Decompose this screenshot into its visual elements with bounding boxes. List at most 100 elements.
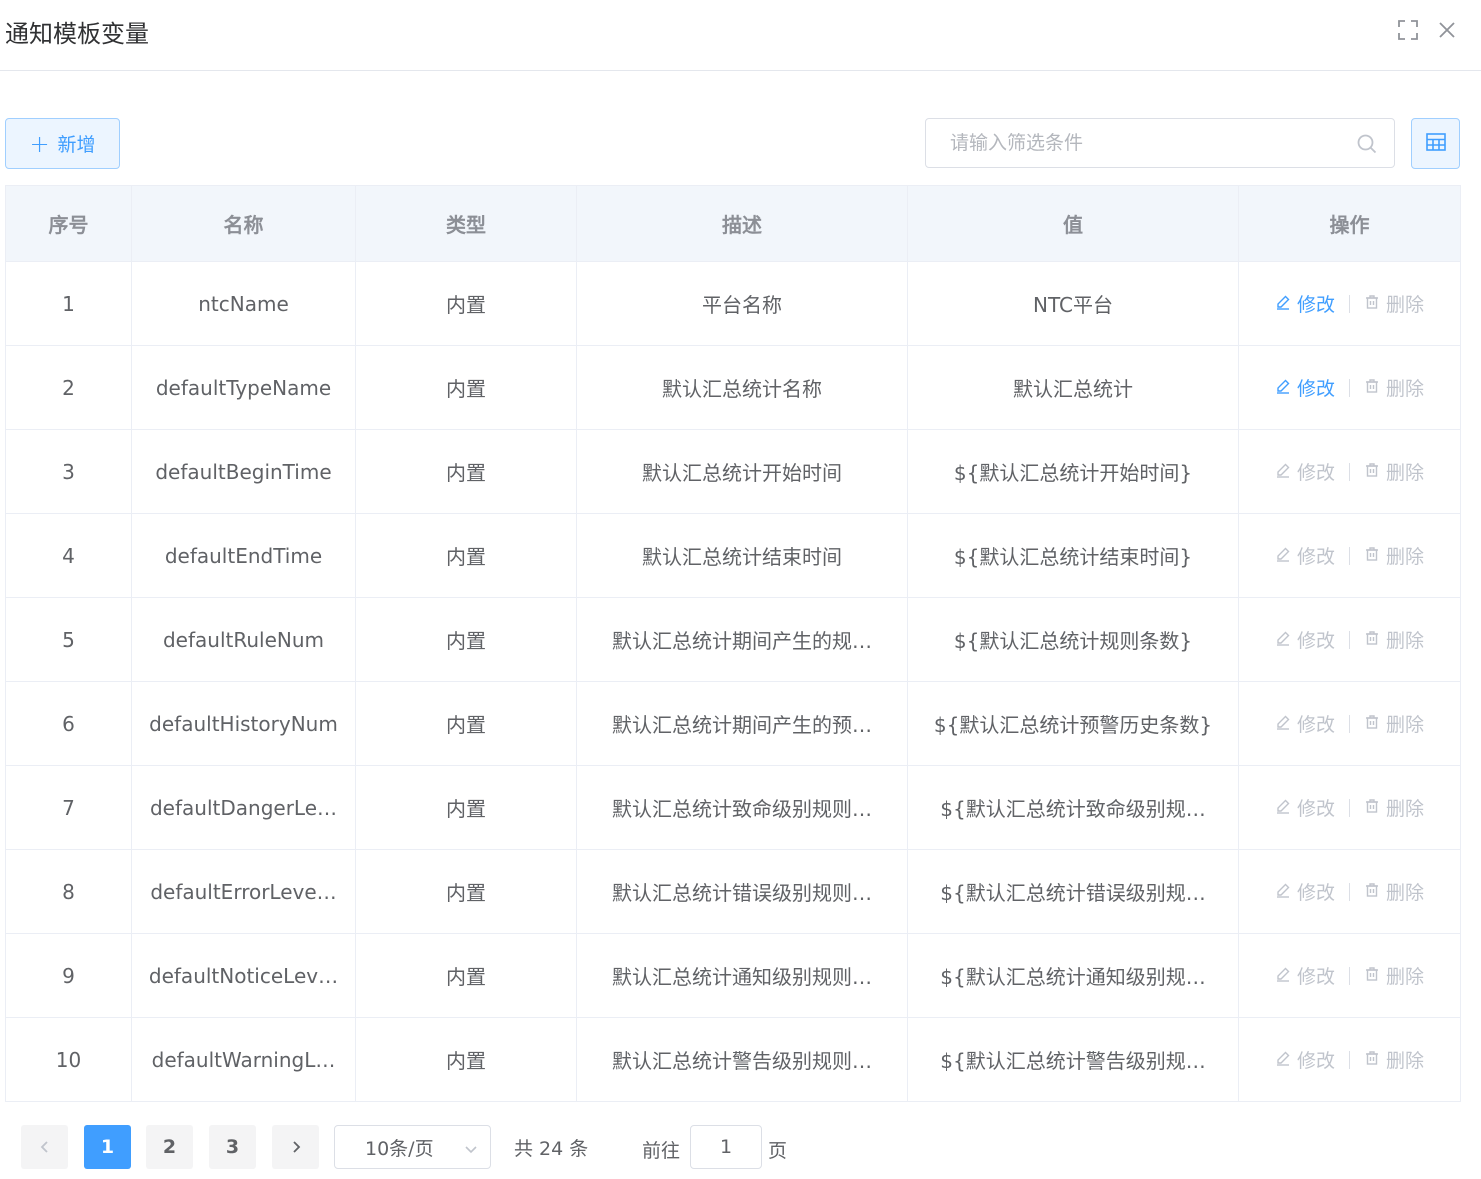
column-header-value: 值: [907, 185, 1239, 262]
delete-button[interactable]: 删除: [1364, 1046, 1424, 1073]
table-row: 3 defaultBeginTime 内置 默认汇总统计开始时间 ${默认汇总统计开始时…: [5, 429, 1461, 514]
cell-type: 内置: [355, 345, 577, 430]
delete-button[interactable]: 删除: [1364, 542, 1424, 569]
cell-index: 1: [5, 261, 132, 346]
action-divider: [1349, 294, 1350, 313]
table-row: 9 defaultNoticeLev… 内置 默认汇总统计通知级别规则… ${默认汇总统…: [5, 933, 1461, 1018]
delete-label: 删除: [1386, 714, 1425, 736]
table-row: 10 defaultWarningL… 内置 默认汇总统计警告级别规则… ${默认汇总统…: [5, 1017, 1461, 1102]
table-row: 1 ntcName 内置 平台名称 NTC平台 修改 删除: [5, 261, 1461, 346]
next-page-button[interactable]: [272, 1125, 319, 1169]
edit-button[interactable]: 修改: [1275, 962, 1335, 989]
column-header-name: 名称: [131, 185, 356, 262]
page-button-3[interactable]: 3: [209, 1125, 256, 1169]
delete-icon: [1364, 293, 1380, 315]
edit-button[interactable]: 修改: [1275, 878, 1335, 905]
chevron-right-icon: [292, 1141, 300, 1153]
cell-value: 默认汇总统计: [907, 345, 1239, 430]
edit-button[interactable]: 修改: [1275, 1046, 1335, 1073]
edit-button[interactable]: 修改: [1275, 794, 1335, 821]
edit-button[interactable]: 修改: [1275, 626, 1335, 653]
delete-button[interactable]: 删除: [1364, 290, 1424, 317]
page-size-select[interactable]: 10条/页: [334, 1125, 491, 1169]
delete-icon: [1364, 881, 1380, 903]
dialog-title: 通知模板变量: [5, 20, 149, 48]
prev-page-button[interactable]: [21, 1125, 68, 1169]
delete-label: 删除: [1386, 882, 1425, 904]
action-divider: [1349, 1050, 1350, 1069]
cell-name: ntcName: [131, 261, 356, 346]
cell-type: 内置: [355, 765, 577, 850]
column-settings-button[interactable]: [1411, 118, 1460, 169]
edit-icon: [1275, 1049, 1291, 1071]
cell-index: 8: [5, 849, 132, 934]
cell-type: 内置: [355, 849, 577, 934]
delete-icon: [1364, 797, 1380, 819]
goto-suffix: 页: [768, 1140, 788, 1162]
cell-description: 默认汇总统计警告级别规则…: [576, 1017, 908, 1102]
cell-value: ${默认汇总统计警告级别规…: [907, 1017, 1239, 1102]
edit-label: 修改: [1296, 798, 1335, 820]
delete-button[interactable]: 删除: [1364, 626, 1424, 653]
action-divider: [1349, 630, 1350, 649]
cell-type: 内置: [355, 429, 577, 514]
cell-index: 4: [5, 513, 132, 598]
search-input[interactable]: [950, 119, 1350, 167]
delete-button[interactable]: 删除: [1364, 794, 1424, 821]
plus-icon: +: [29, 129, 50, 158]
cell-actions: 修改 删除: [1238, 513, 1461, 598]
cell-name: defaultErrorLeve…: [131, 849, 356, 934]
edit-icon: [1275, 293, 1291, 315]
close-icon[interactable]: [1435, 18, 1459, 42]
cell-type: 内置: [355, 261, 577, 346]
delete-button[interactable]: 删除: [1364, 458, 1424, 485]
edit-icon: [1275, 965, 1291, 987]
page-button-1[interactable]: 1: [84, 1125, 131, 1169]
goto-page-input[interactable]: [690, 1125, 762, 1169]
page-button-2[interactable]: 2: [146, 1125, 193, 1169]
delete-icon: [1364, 545, 1380, 567]
action-divider: [1349, 798, 1350, 817]
edit-button[interactable]: 修改: [1275, 542, 1335, 569]
edit-label: 修改: [1296, 966, 1335, 988]
delete-label: 删除: [1386, 294, 1425, 316]
action-divider: [1349, 546, 1350, 565]
table-row: 4 defaultEndTime 内置 默认汇总统计结束时间 ${默认汇总统计结束时间}…: [5, 513, 1461, 598]
cell-description: 默认汇总统计开始时间: [576, 429, 908, 514]
delete-button[interactable]: 删除: [1364, 710, 1424, 737]
search-icon[interactable]: [1356, 133, 1378, 159]
edit-label: 修改: [1296, 294, 1335, 316]
cell-description: 默认汇总统计结束时间: [576, 513, 908, 598]
total-count: 共 24 条: [514, 1138, 589, 1160]
edit-label: 修改: [1296, 378, 1335, 400]
table-row: 2 defaultTypeName 内置 默认汇总统计名称 默认汇总统计 修改 删除: [5, 345, 1461, 430]
cell-index: 10: [5, 1017, 132, 1102]
edit-button[interactable]: 修改: [1275, 290, 1335, 317]
edit-button[interactable]: 修改: [1275, 710, 1335, 737]
delete-button[interactable]: 删除: [1364, 878, 1424, 905]
cell-name: defaultTypeName: [131, 345, 356, 430]
chevron-down-icon: [465, 1146, 477, 1154]
table-row: 6 defaultHistoryNum 内置 默认汇总统计期间产生的预… ${默认汇总统…: [5, 681, 1461, 766]
search-box: [925, 118, 1395, 168]
page-size-value: 10条/页: [365, 1137, 434, 1160]
cell-index: 2: [5, 345, 132, 430]
cell-actions: 修改 删除: [1238, 849, 1461, 934]
add-button[interactable]: + 新增: [5, 118, 120, 169]
cell-type: 内置: [355, 933, 577, 1018]
cell-actions: 修改 删除: [1238, 933, 1461, 1018]
cell-index: 5: [5, 597, 132, 682]
fullscreen-icon[interactable]: [1396, 18, 1420, 42]
delete-icon: [1364, 629, 1380, 651]
table-row: 7 defaultDangerLe… 内置 默认汇总统计致命级别规则… ${默认汇总统计…: [5, 765, 1461, 850]
cell-actions: 修改 删除: [1238, 681, 1461, 766]
action-divider: [1349, 714, 1350, 733]
delete-button[interactable]: 删除: [1364, 374, 1424, 401]
edit-button[interactable]: 修改: [1275, 458, 1335, 485]
cell-name: defaultBeginTime: [131, 429, 356, 514]
delete-icon: [1364, 965, 1380, 987]
edit-button[interactable]: 修改: [1275, 374, 1335, 401]
variables-table: 序号 名称 类型 描述 值 操作 1 ntcName 内置 平台名称 NTC平台 修改 删除…: [5, 185, 1461, 1102]
delete-label: 删除: [1386, 798, 1425, 820]
delete-button[interactable]: 删除: [1364, 962, 1424, 989]
